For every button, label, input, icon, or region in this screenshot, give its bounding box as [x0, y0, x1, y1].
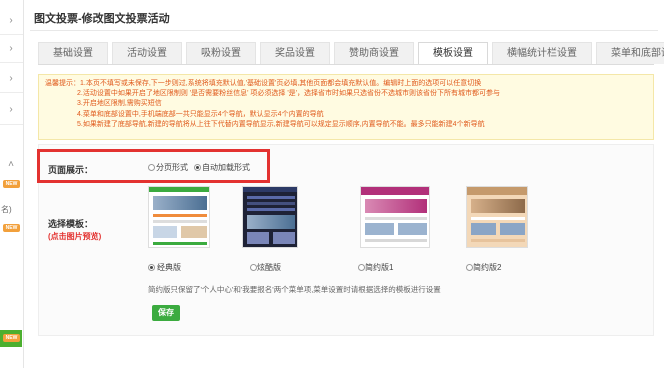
chevron-right-icon[interactable]: ›	[4, 42, 18, 56]
tip-line: 2.活动设置中如果开启了地区限制则 '是否需要粉丝信息' 项必须选择 '是'，选…	[45, 89, 647, 99]
tip-line: 5.如果新建了底部导航,新建的导航将从上往下代替内置导航显示,新建导航可以规定显…	[45, 120, 647, 130]
template-option-label: 简约版2	[473, 263, 502, 272]
chevron-up-icon[interactable]: ˄	[4, 158, 18, 172]
tip-line: 4.菜单和底部设置中,手机端底部一共只能显示4个导航，默认显示4个内置的导航	[45, 110, 647, 120]
tip-text: 4.菜单和底部设置中,手机端底部一共只能显示4个导航，默认显示4个内置的导航	[77, 110, 324, 118]
radio-paged[interactable]: 分页形式	[148, 162, 188, 173]
template-option-label: 炫酷版	[257, 263, 281, 272]
sidebar-active-item[interactable]: NEW	[0, 330, 22, 347]
tip-line: 温馨提示：1.本页不填写或未保存,下一步则过,系统将填充默认值,'基础设置'页必…	[45, 79, 647, 89]
sidebar-divider	[0, 124, 23, 125]
radio-icon[interactable]	[466, 264, 473, 272]
chevron-right-icon[interactable]: ›	[4, 103, 18, 117]
left-sidebar: › › › › ˄ NEW 名) NEW NEW	[0, 0, 24, 368]
tab-activity-settings[interactable]: 活动设置	[112, 42, 182, 64]
tips-box: 温馨提示：1.本页不填写或未保存,下一步则过,系统将填充默认值,'基础设置'页必…	[38, 74, 654, 140]
template-option-classic[interactable]: 经典版	[148, 262, 181, 273]
tips-prefix: 温馨提示：	[45, 80, 80, 87]
template-option-simple2[interactable]: 简约版2	[466, 262, 501, 273]
tab-sponsor-settings[interactable]: 赞助商设置	[334, 42, 414, 64]
template-note: 简约版只保留了'个人中心'和'我要报名'两个菜单项,菜单设置时请根据选择的模板进…	[148, 285, 441, 294]
tab-prize-settings[interactable]: 奖品设置	[260, 42, 330, 64]
sidebar-text-fragment: 名)	[1, 205, 12, 214]
sidebar-divider	[0, 34, 23, 35]
new-badge: NEW	[3, 334, 20, 342]
tip-text: 3.开启地区限制,需购买短信	[77, 100, 162, 108]
main-content: 图文投票-修改图文投票活动 基础设置 活动设置 吸粉设置 奖品设置 赞助商设置 …	[30, 0, 664, 368]
sidebar-divider	[0, 62, 23, 63]
radio-label: 分页形式	[156, 163, 188, 172]
title-divider	[30, 30, 658, 31]
template-option-cool[interactable]: 炫酷版	[250, 262, 281, 273]
tab-basic-settings[interactable]: 基础设置	[38, 42, 108, 64]
page-title: 图文投票-修改图文投票活动	[34, 13, 170, 25]
new-badge: NEW	[3, 224, 20, 232]
template-thumbnail-classic[interactable]	[148, 186, 210, 248]
radio-autoload[interactable]: 自动加载形式	[194, 162, 250, 173]
tip-text: 5.如果新建了底部导航,新建的导航将从上往下代替内置导航显示,新建导航可以规定显…	[77, 120, 485, 128]
tip-line: 3.开启地区限制,需购买短信	[45, 99, 647, 109]
radio-icon[interactable]	[358, 264, 365, 272]
tip-text: 2.活动设置中如果开启了地区限制则 '是否需要粉丝信息' 项必须选择 '是'，选…	[77, 90, 501, 98]
template-preview-hint: (点击图片预览)	[48, 232, 102, 241]
sidebar-divider	[0, 92, 23, 93]
template-option-label: 简约版1	[365, 263, 394, 272]
radio-checked-icon[interactable]	[194, 164, 201, 171]
template-option-simple1[interactable]: 简约版1	[358, 262, 393, 273]
template-thumbnail-simple2[interactable]	[466, 186, 528, 248]
template-thumbnail-cool[interactable]	[242, 186, 298, 248]
tip-text: 1.本页不填写或未保存,下一步则过,系统将填充默认值,'基础设置'页必填,其他页…	[80, 80, 482, 87]
radio-checked-icon[interactable]	[148, 264, 155, 272]
tab-menu-footer-settings[interactable]: 菜单和底部设置	[596, 42, 664, 64]
chevron-right-icon[interactable]: ›	[4, 14, 18, 28]
new-badge: NEW	[3, 180, 20, 188]
template-thumbnail-simple1[interactable]	[360, 186, 430, 248]
radio-label: 自动加载形式	[202, 163, 250, 172]
tabs-divider	[38, 64, 654, 65]
chevron-right-icon[interactable]: ›	[4, 72, 18, 86]
save-button[interactable]: 保存	[152, 305, 180, 321]
tab-banner-stats-settings[interactable]: 横幅统计栏设置	[492, 42, 592, 64]
page-display-label: 页面展示：	[48, 165, 94, 175]
radio-icon[interactable]	[148, 164, 155, 171]
template-label: 选择模板：	[48, 219, 94, 229]
radio-icon[interactable]	[250, 264, 257, 272]
tab-fans-settings[interactable]: 吸粉设置	[186, 42, 256, 64]
settings-tabs: 基础设置 活动设置 吸粉设置 奖品设置 赞助商设置 模板设置 横幅统计栏设置 菜…	[38, 42, 664, 64]
template-option-label: 经典版	[157, 263, 181, 272]
tab-template-settings[interactable]: 模板设置	[418, 42, 488, 64]
